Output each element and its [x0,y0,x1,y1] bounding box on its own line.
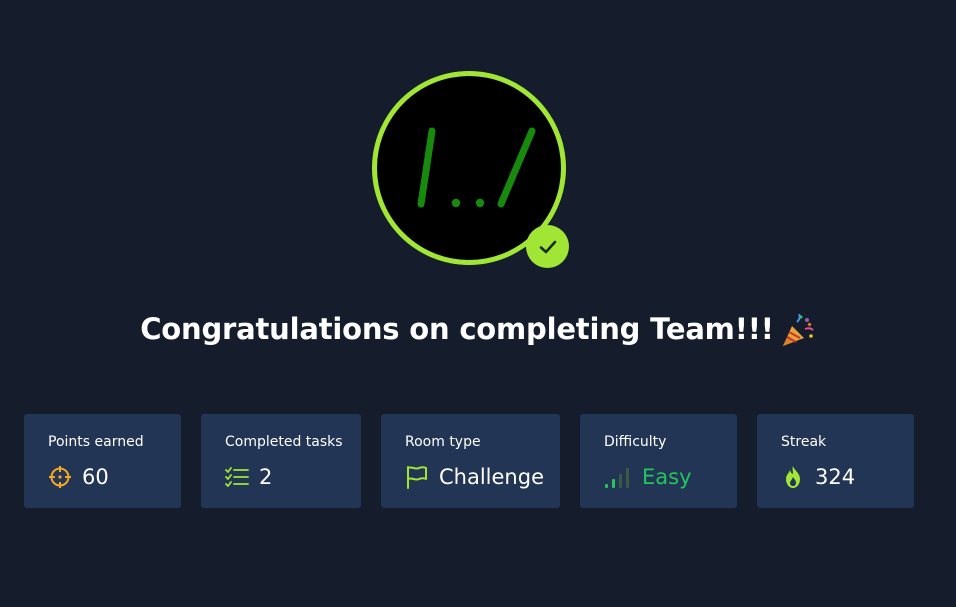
page-title: Congratulations on completing Team!!! [0,312,956,348]
room-type-label: Room type [405,434,481,450]
title-text: Congratulations on completing Team!!! [140,312,774,346]
streak-value: 324 [815,465,856,489]
completed-tasks-value: 2 [259,465,273,489]
difficulty-card: Difficulty Easy [580,414,737,508]
fire-icon [786,466,800,488]
points-earned-value: 60 [82,465,109,489]
room-badge [369,68,569,268]
room-type-card: Room type Challenge [381,414,560,508]
streak-card: Streak 324 [757,414,914,508]
completed-tasks-card: Completed tasks 2 [201,414,361,508]
crosshair-icon [49,466,71,488]
checklist-icon [225,467,249,487]
difficulty-label: Difficulty [604,434,667,450]
signal-bars-icon [605,468,629,488]
streak-label: Streak [781,434,827,450]
flag-icon [407,466,427,489]
completed-check-icon [526,225,569,268]
difficulty-value: Easy [642,465,692,489]
points-earned-label: Points earned [48,434,144,450]
room-completion-page: Congratulations on completing Team!!! Po… [0,0,956,607]
completed-tasks-label: Completed tasks [225,434,343,450]
party-popper-icon [782,314,814,346]
points-earned-card: Points earned 60 [24,414,181,508]
room-type-value: Challenge [439,465,544,489]
